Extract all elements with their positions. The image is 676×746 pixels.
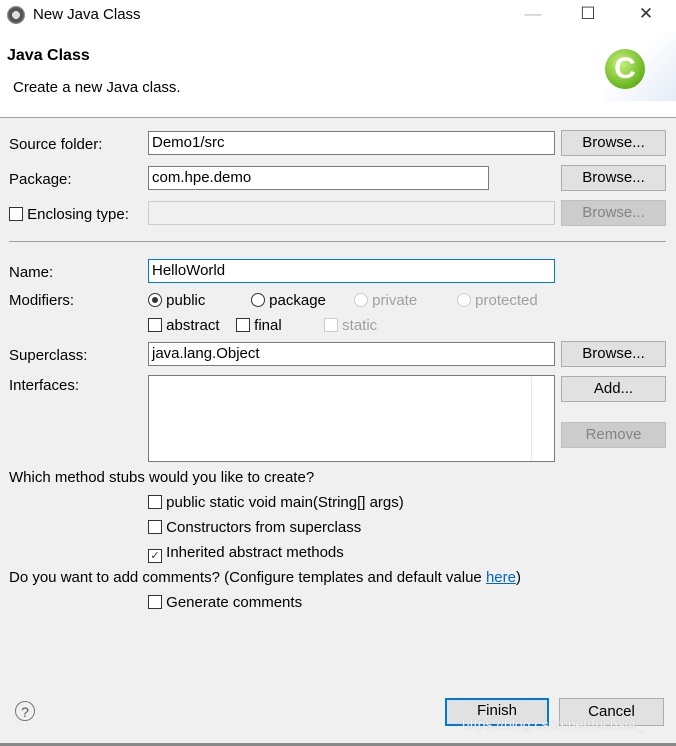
comments-question: Do you want to add comments? (Configure … xyxy=(9,569,521,586)
comments-question-text: Do you want to add comments? (Configure … xyxy=(9,569,486,586)
abstract-checkbox-label: abstract xyxy=(166,317,220,334)
private-radio-label: private xyxy=(372,292,418,309)
stub-inherited[interactable]: ✓ Inherited abstract methods xyxy=(148,544,344,563)
main-method-checkbox[interactable] xyxy=(148,495,162,509)
static-checkbox-label: static xyxy=(342,317,378,334)
remove-interface-button: Remove xyxy=(561,422,666,448)
modifier-package[interactable]: package xyxy=(251,292,326,309)
inherited-methods-checkbox[interactable]: ✓ xyxy=(148,549,162,563)
wizard-banner xyxy=(0,31,676,118)
enclosing-type-browse-button: Browse... xyxy=(561,200,666,226)
wizard-title: Java Class xyxy=(7,47,90,64)
source-folder-input[interactable]: Demo1/src xyxy=(148,131,555,155)
source-folder-label: Source folder: xyxy=(9,136,103,153)
abstract-checkbox[interactable] xyxy=(148,318,162,332)
generate-comments-label: Generate comments xyxy=(166,594,303,611)
generate-comments-checkbox[interactable] xyxy=(148,595,162,609)
comments-question-suffix: ) xyxy=(515,569,521,586)
list-column-divider xyxy=(531,376,532,461)
stub-main[interactable]: public static void main(String[] args) xyxy=(148,494,404,511)
superclass-browse-button[interactable]: Browse... xyxy=(561,341,666,367)
inherited-methods-label: Inherited abstract methods xyxy=(166,544,344,561)
superclass-label: Superclass: xyxy=(9,347,88,364)
class-name-input[interactable]: HelloWorld xyxy=(148,259,555,283)
interfaces-list[interactable] xyxy=(148,375,555,462)
window-title: New Java Class xyxy=(33,6,141,23)
enclosing-type-checkbox[interactable] xyxy=(9,207,23,221)
enclosing-type-row: Enclosing type: xyxy=(9,206,129,223)
final-checkbox-label: final xyxy=(254,317,282,334)
modifier-protected: protected xyxy=(457,292,538,309)
protected-radio xyxy=(457,293,471,307)
constructors-label: Constructors from superclass xyxy=(166,519,362,536)
close-icon[interactable]: ✕ xyxy=(631,4,661,26)
modifier-final[interactable]: final xyxy=(236,317,282,334)
minimize-icon[interactable]: — xyxy=(518,4,548,26)
modifier-public[interactable]: public xyxy=(148,292,205,309)
public-radio-label: public xyxy=(166,292,206,309)
generate-comments[interactable]: Generate comments xyxy=(148,594,302,611)
help-icon[interactable]: ? xyxy=(15,701,35,721)
enclosing-type-input xyxy=(148,201,555,225)
name-label: Name: xyxy=(9,264,54,281)
package-browse-button[interactable]: Browse... xyxy=(561,165,666,191)
package-label: Package: xyxy=(9,171,72,188)
modifier-static: static xyxy=(324,317,377,334)
separator xyxy=(9,241,666,242)
protected-radio-label: protected xyxy=(475,292,538,309)
eclipse-app-icon xyxy=(7,6,25,24)
java-class-icon: C xyxy=(605,49,645,89)
final-checkbox[interactable] xyxy=(236,318,250,332)
wizard-description: Create a new Java class. xyxy=(13,79,181,96)
source-folder-browse-button[interactable]: Browse... xyxy=(561,130,666,156)
package-input[interactable]: com.hpe.demo xyxy=(148,166,489,190)
private-radio xyxy=(354,293,368,307)
superclass-input[interactable]: java.lang.Object xyxy=(148,342,555,366)
stub-constructors[interactable]: Constructors from superclass xyxy=(148,519,361,536)
package-radio-label: package xyxy=(269,292,326,309)
public-radio[interactable] xyxy=(148,293,162,307)
watermark: https://blog.csdn.net/fuchsia_ xyxy=(462,716,644,732)
add-interface-button[interactable]: Add... xyxy=(561,376,666,402)
method-stubs-question: Which method stubs would you like to cre… xyxy=(9,469,315,486)
package-radio[interactable] xyxy=(251,293,265,307)
enclosing-type-label: Enclosing type: xyxy=(27,206,129,223)
static-checkbox xyxy=(324,318,338,332)
main-method-label: public static void main(String[] args) xyxy=(166,494,404,511)
constructors-checkbox[interactable] xyxy=(148,520,162,534)
configure-templates-link[interactable]: here xyxy=(486,569,516,586)
interfaces-label: Interfaces: xyxy=(9,377,80,394)
modifier-abstract[interactable]: abstract xyxy=(148,317,220,334)
modifiers-label: Modifiers: xyxy=(9,292,75,309)
maximize-icon[interactable]: ☐ xyxy=(573,4,603,26)
modifier-private: private xyxy=(354,292,417,309)
